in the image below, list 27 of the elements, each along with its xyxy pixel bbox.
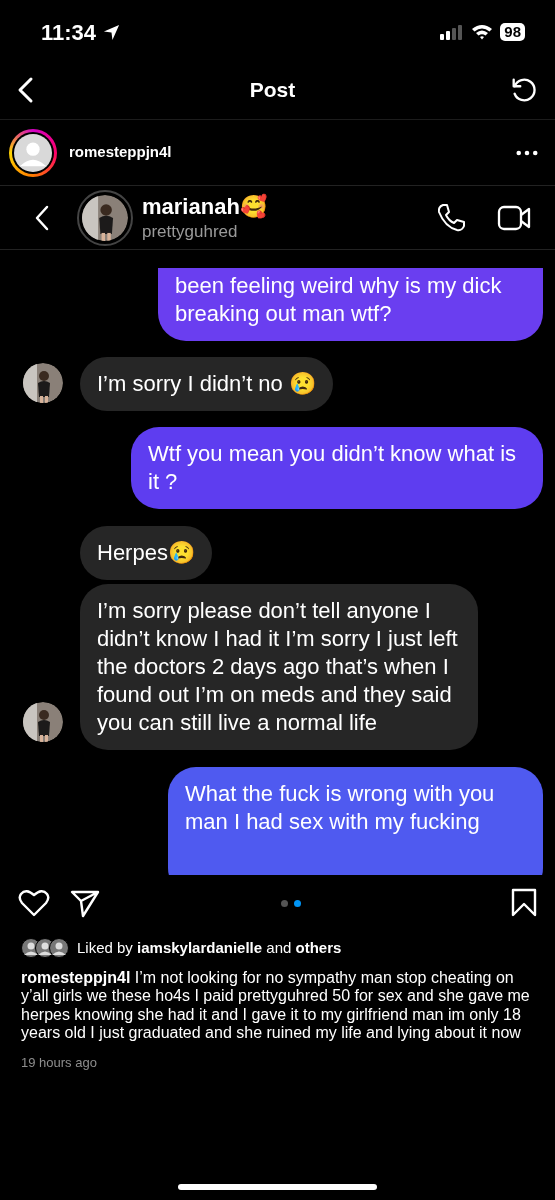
wifi-icon [471,24,494,40]
avatar-icon [49,938,69,959]
heart-icon[interactable] [18,888,50,918]
timestamp: 19 hours ago [20,1053,98,1072]
status-time: 11:34 [41,18,97,47]
signal-icon [440,24,465,40]
avatar-icon [82,194,128,241]
send-icon[interactable] [70,888,100,918]
phone-icon [435,201,467,234]
back-icon [34,203,50,232]
message-bubble: Herpes😢 [80,526,212,580]
message-bubble: What the fuck is wrong with you man I had sex with my fucking [168,767,543,875]
bookmark-icon[interactable] [511,888,537,918]
contact-name: marianah🥰 [142,193,268,221]
message-bubble: been feeling weird why is my dick breaking out man wtf? [158,268,543,341]
contact-handle: prettyguhred [142,220,239,242]
video-call-icon [497,203,531,232]
location-arrow-icon [102,22,122,42]
caption-text: romesteppjn4l I’m not looking for no sympathy man stop cheating on y’all girls we these ho4s I paid prettyguhred 50 for sex and she gave me herpes knowing she had it and I gave it to my girlfriend man im only 18 years old I just graduated and she ruined my life and lying about it now [21,968,531,1043]
page-title: Post [249,76,296,103]
likes-text: Liked by iamskylardanielle and others [77,938,342,958]
message-bubble: Wtf you mean you didn’t know what is it ? [131,427,543,509]
more-icon[interactable] [516,149,538,156]
username[interactable]: romesteppjn4l [69,141,504,164]
message-bubble: I’m sorry please don’t tell anyone I didn’t know I had it I’m sorry I just left the doctors 2 days ago that’s when I found out I’m on meds and they said you can still live a normal life [80,584,478,750]
message-bubble: I’m sorry I didn’t no 😢 [80,357,333,411]
battery-level: 98 [500,23,525,41]
